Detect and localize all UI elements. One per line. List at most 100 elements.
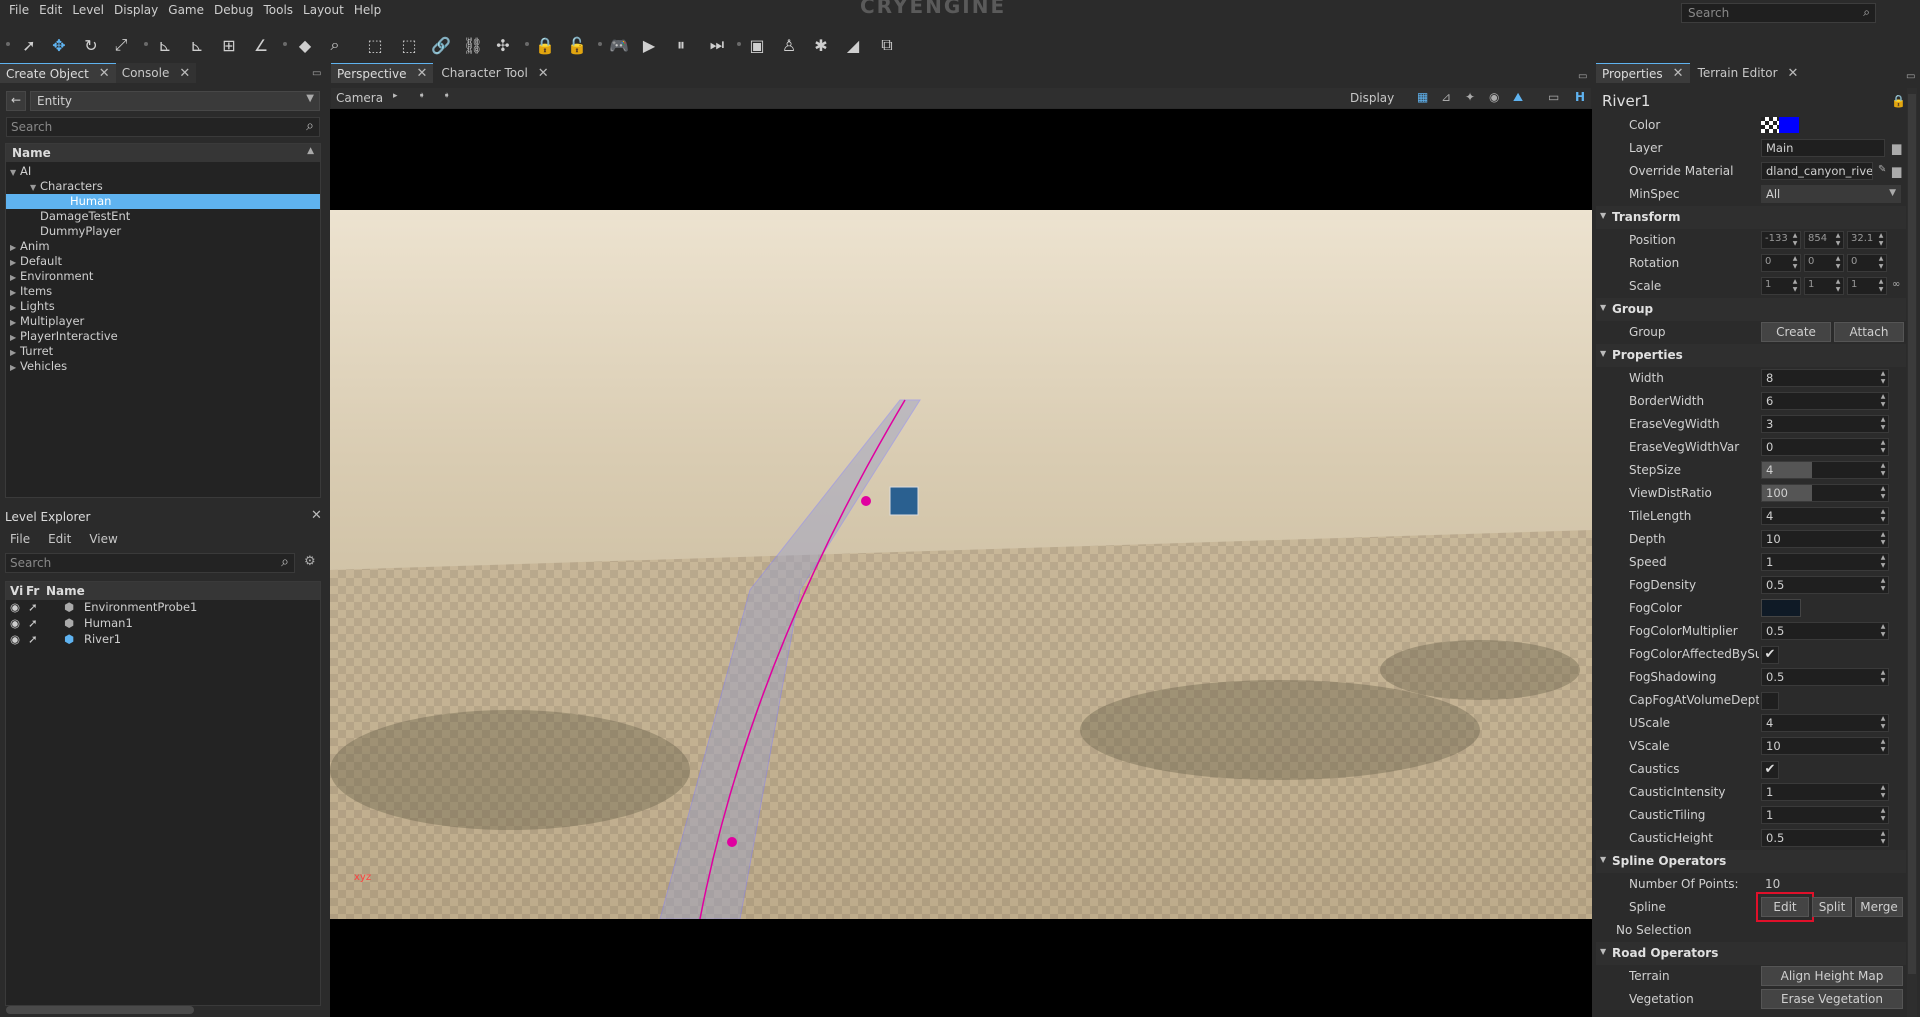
spinner-icon[interactable]: ▲ ▼ (1878, 784, 1888, 800)
close-icon[interactable]: ✕ (179, 66, 190, 81)
select-area-icon[interactable]: ⬚ (396, 30, 422, 60)
vertex-snap-icon[interactable]: ◉ (1489, 90, 1499, 104)
spinner-icon[interactable]: ▲ ▼ (1878, 508, 1888, 524)
snap-angle-icon[interactable]: ∠ (248, 30, 274, 60)
terrain-snap-icon[interactable]: ⛰ (1513, 90, 1523, 105)
numeric-field[interactable]: 1 ▲ ▼ (1761, 806, 1889, 824)
create-group-button[interactable]: Create (1761, 322, 1831, 342)
terrain-icon[interactable]: ◢ (840, 30, 866, 60)
float-panel-icon[interactable]: ▭ (1578, 68, 1587, 82)
collapsed-arrow-icon[interactable]: ▶ (10, 360, 20, 375)
tree-item[interactable]: ▶ Multiplayer (6, 314, 320, 329)
spinner-icon[interactable]: ▲ ▼ (1878, 554, 1888, 570)
menu-help[interactable]: Help (349, 0, 386, 22)
spinner-icon[interactable]: ▲ ▼ (1878, 807, 1888, 823)
tree-item[interactable]: ▶ Items (6, 284, 320, 299)
group-section[interactable]: ▼ Group (1596, 298, 1906, 321)
spinner-icon[interactable]: ▲ ▼ (1878, 370, 1888, 386)
close-icon[interactable]: ✕ (311, 508, 322, 523)
explorer-row[interactable]: ◉ ➚ ⬢ Human1 (6, 616, 320, 632)
edit-material-icon[interactable]: ✎ (1878, 164, 1886, 175)
menu-file[interactable]: File (0, 0, 34, 22)
spinner-icon[interactable]: ▲ ▼ (1790, 232, 1800, 248)
collapse-arrow-icon[interactable]: ▼ (1600, 947, 1606, 956)
edit-spline-button[interactable]: Edit (1756, 892, 1814, 922)
find-icon[interactable]: ⌕ (322, 30, 348, 60)
scale-z-field[interactable]: 1 ▲ ▼ (1847, 277, 1887, 295)
menu-edit[interactable]: Edit (34, 0, 67, 22)
character-icon[interactable]: ♙ (776, 30, 802, 60)
menu-edit[interactable]: Edit (48, 532, 71, 546)
spinner-icon[interactable]: ▲ ▼ (1833, 278, 1843, 294)
collapsed-arrow-icon[interactable]: ▶ (10, 315, 20, 330)
spinner-icon[interactable]: ▲ ▼ (1878, 393, 1888, 409)
collapse-arrow-icon[interactable]: ▼ (1600, 349, 1606, 358)
spinner-icon[interactable]: ▲ ▼ (1876, 255, 1886, 271)
flowgraph-icon[interactable]: ⧉ (874, 30, 900, 60)
gear-icon[interactable]: ⚙ (304, 554, 316, 569)
camera-dropdown[interactable]: Camera (336, 91, 383, 105)
expanded-arrow-icon[interactable]: ▼ (30, 180, 40, 195)
link-scale-icon[interactable]: ∞ (1892, 279, 1900, 290)
collapsed-arrow-icon[interactable]: ▶ (10, 285, 20, 300)
layout-icon[interactable]: ▣ (744, 30, 770, 60)
menu-file[interactable]: File (10, 532, 30, 546)
tree-item[interactable]: ▶ Vehicles (6, 359, 320, 374)
scale-x-field[interactable]: 1 ▲ ▼ (1761, 277, 1801, 295)
particle-icon[interactable]: ✱ (808, 30, 834, 60)
close-icon[interactable]: ✕ (417, 66, 428, 81)
tree-item[interactable]: ▶ Environment (6, 269, 320, 284)
close-icon[interactable]: ✕ (538, 66, 549, 81)
numeric-field[interactable]: 0.5 ▲ ▼ (1761, 622, 1889, 640)
numeric-field[interactable]: 0.5 ▲ ▼ (1761, 576, 1889, 594)
close-icon[interactable]: ✕ (99, 66, 110, 81)
align-height-map-button[interactable]: Align Height Map (1761, 966, 1903, 986)
category-dropdown[interactable]: Entity ▼ (30, 91, 320, 111)
spinner-icon[interactable]: ▲ ▼ (1878, 738, 1888, 754)
spinner-icon[interactable]: ▲ ▼ (1833, 232, 1843, 248)
play-icon[interactable]: ▶ (636, 30, 662, 60)
numeric-field[interactable]: 1 ▲ ▼ (1761, 783, 1889, 801)
color-swatch[interactable] (1779, 117, 1799, 133)
tree-item[interactable]: ▼ Characters (6, 179, 320, 194)
create-search-input[interactable]: Search ⌕ (6, 117, 320, 137)
display-dropdown[interactable]: Display (1350, 91, 1394, 105)
checkbox[interactable]: ✔ (1761, 646, 1779, 664)
float-panel-icon[interactable]: ▭ (1906, 68, 1915, 82)
spline-operators-section[interactable]: ▼ Spline Operators (1596, 850, 1906, 873)
sort-icon[interactable]: ▲ (307, 146, 314, 156)
spinner-icon[interactable]: ▲ ▼ (1878, 669, 1888, 685)
tab-perspective[interactable]: Perspective ✕ (331, 63, 434, 83)
explorer-row[interactable]: ◉ ➚ ⬢ EnvironmentProbe1 (6, 600, 320, 616)
numeric-field[interactable]: 3 ▲ ▼ (1761, 415, 1889, 433)
properties-section[interactable]: ▼ Properties (1596, 344, 1906, 367)
spinner-icon[interactable]: ▲ ▼ (1876, 278, 1886, 294)
scroll-thumb[interactable] (1908, 94, 1916, 974)
tree-item[interactable]: Human (6, 194, 320, 209)
fog-color-swatch[interactable] (1761, 599, 1801, 617)
viewport-scene[interactable]: xyz (330, 210, 1592, 919)
global-search-input[interactable]: Search ⌕ (1681, 3, 1876, 23)
collapsed-arrow-icon[interactable]: ▶ (10, 270, 20, 285)
attach-group-button[interactable]: Attach (1834, 322, 1904, 342)
tree-item[interactable]: ▶ Anim (6, 239, 320, 254)
tab-character-tool[interactable]: Character Tool ✕ (435, 63, 555, 83)
numeric-field[interactable]: 8 ▲ ▼ (1761, 369, 1889, 387)
tree-item[interactable]: ▶ Lights (6, 299, 320, 314)
transform-section[interactable]: ▼ Transform (1596, 206, 1906, 229)
align-grid-icon[interactable]: ⊞ (216, 30, 242, 60)
spinner-icon[interactable]: ▲ ▼ (1790, 278, 1800, 294)
spinner-icon[interactable]: ▲ ▼ (1878, 715, 1888, 731)
numeric-field[interactable]: 10 ▲ ▼ (1761, 737, 1889, 755)
numeric-field[interactable]: 0 ▲ ▼ (1761, 438, 1889, 456)
position-y-field[interactable]: 854 ▲ ▼ (1804, 231, 1844, 249)
menu-display[interactable]: Display (109, 0, 163, 22)
collapse-arrow-icon[interactable]: ▼ (1600, 303, 1606, 312)
road-operators-section[interactable]: ▼ Road Operators (1596, 942, 1906, 965)
back-arrow-icon[interactable]: ← (6, 91, 26, 111)
collapsed-arrow-icon[interactable]: ▶ (10, 240, 20, 255)
spinner-icon[interactable]: ▲ ▼ (1878, 623, 1888, 639)
lock-icon[interactable]: 🔒 (1891, 94, 1906, 108)
unlock-icon[interactable]: 🔓 (564, 30, 590, 60)
angle-icon[interactable]: ⊿ (1441, 90, 1451, 104)
